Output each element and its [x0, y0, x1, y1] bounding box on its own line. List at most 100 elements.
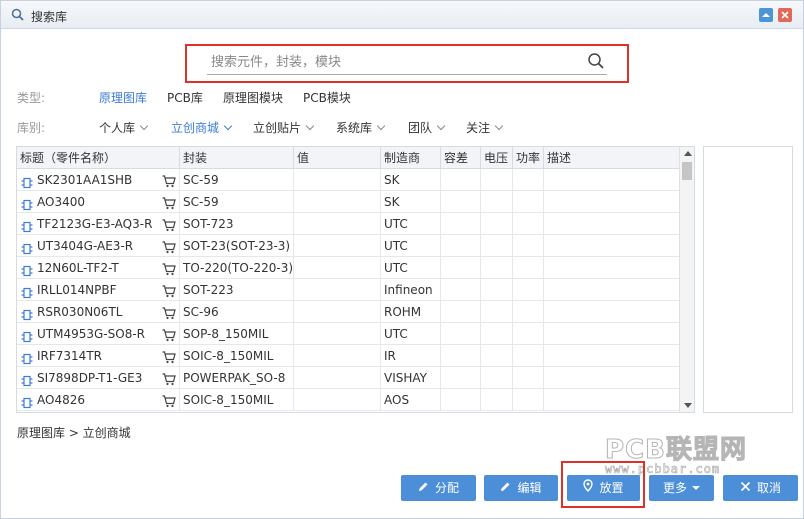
table-row[interactable]: IRLL014NPBF SOT-223 Infineon: [17, 279, 679, 301]
library-filter-team[interactable]: 团队: [408, 119, 446, 136]
cell-tolerance: [441, 345, 481, 367]
type-filter-schematic-lib[interactable]: 原理图库: [99, 89, 147, 106]
collapse-button[interactable]: [759, 8, 773, 22]
cell-manufacturer: UTC: [381, 235, 441, 257]
cell-value: [294, 279, 381, 301]
cell-power: [513, 191, 544, 213]
shopping-cart-icon[interactable]: [162, 217, 176, 235]
type-filter-label: 类型:: [17, 91, 46, 105]
cell-description: [544, 323, 679, 345]
search-icon[interactable]: [587, 52, 605, 73]
library-filter-system[interactable]: 系统库: [336, 119, 386, 136]
cell-description: [544, 279, 679, 301]
library-filter-lcsc-label: 立创商城: [171, 121, 220, 135]
library-filter-follow-label: 关注: [466, 121, 491, 135]
column-header-description[interactable]: 描述: [544, 147, 679, 169]
pencil-icon: [500, 475, 511, 501]
column-header-manufacturer[interactable]: 制造商: [381, 147, 441, 169]
table-row[interactable]: SI7898DP-T1-GE3 POWERPAK_SO-8 VISHAY: [17, 367, 679, 389]
cell-tolerance: [441, 191, 481, 213]
window-title: 搜索库: [31, 10, 68, 24]
cell-description: [544, 191, 679, 213]
table-row[interactable]: AO4826 SOIC-8_150MIL AOS: [17, 389, 679, 411]
column-header-power[interactable]: 功率: [513, 147, 544, 169]
table-row[interactable]: TF2123G-E3-AQ3-R SOT-723 UTC: [17, 213, 679, 235]
library-filter-row: 库别: 个人库 立创商城 立创贴片 系统库 团队 关注: [1, 119, 701, 139]
close-button[interactable]: [778, 8, 792, 22]
edit-button[interactable]: 编辑: [484, 475, 558, 501]
part-name: TF2123G-E3-AQ3-R: [37, 217, 153, 231]
cell-package: SC-96: [180, 301, 294, 323]
shopping-cart-icon[interactable]: [162, 349, 176, 367]
results-table: 标题（零件名称） 封装 值 制造商 容差 电压 功率 描述 SK2301AA1S…: [16, 146, 695, 413]
table-scrollbar[interactable]: [679, 147, 694, 412]
shopping-cart-icon[interactable]: [162, 173, 176, 191]
cell-description: [544, 235, 679, 257]
type-filter-pcb-module[interactable]: PCB模块: [303, 89, 351, 106]
place-button[interactable]: 放置: [567, 475, 640, 501]
cell-voltage: [481, 279, 513, 301]
cell-package: SOT-23(SOT-23-3): [180, 235, 294, 257]
table-row[interactable]: 12N60L-TF2-T TO-220(TO-220-3) UTC: [17, 257, 679, 279]
cell-manufacturer: SK: [381, 169, 441, 191]
cell-value: [294, 257, 381, 279]
chevron-down-icon: [223, 121, 233, 131]
cell-power: [513, 235, 544, 257]
column-header-value[interactable]: 值: [294, 147, 381, 169]
shopping-cart-icon[interactable]: [162, 327, 176, 345]
type-filter-pcb-lib[interactable]: PCB库: [167, 89, 203, 106]
column-header-tolerance[interactable]: 容差: [441, 147, 481, 169]
library-filter-team-label: 团队: [408, 121, 433, 135]
component-symbol-icon: [21, 328, 33, 345]
library-filter-personal-label: 个人库: [99, 121, 136, 135]
assign-button[interactable]: 分配: [401, 475, 476, 501]
cell-title: IRLL014NPBF: [17, 279, 180, 301]
column-header-title[interactable]: 标题（零件名称）: [17, 147, 180, 169]
cell-package: SC-59: [180, 191, 294, 213]
cell-tolerance: [441, 257, 481, 279]
cell-power: [513, 389, 544, 411]
scroll-thumb[interactable]: [682, 162, 692, 180]
table-row[interactable]: SK2301AA1SHB SC-59 SK: [17, 169, 679, 191]
component-symbol-icon: [21, 350, 33, 367]
shopping-cart-icon[interactable]: [162, 261, 176, 279]
cell-manufacturer: SK: [381, 191, 441, 213]
cell-description: [544, 169, 679, 191]
shopping-cart-icon[interactable]: [162, 371, 176, 389]
library-filter-follow[interactable]: 关注: [466, 119, 504, 136]
symbol-preview-panel: [703, 146, 793, 413]
scroll-down-icon[interactable]: [684, 403, 692, 408]
scroll-up-icon[interactable]: [684, 151, 692, 156]
type-filter-schematic-module[interactable]: 原理图模块: [223, 89, 283, 106]
cell-manufacturer: IR: [381, 345, 441, 367]
column-header-voltage[interactable]: 电压: [481, 147, 513, 169]
shopping-cart-icon[interactable]: [162, 283, 176, 301]
table-row[interactable]: RSR030N06TL SC-96 ROHM: [17, 301, 679, 323]
shopping-cart-icon[interactable]: [162, 195, 176, 213]
library-filter-smt-label: 立创贴片: [253, 121, 302, 135]
table-row[interactable]: IRF7314TR SOIC-8_150MIL IR: [17, 345, 679, 367]
search-highlight-box: [185, 44, 629, 83]
table-row[interactable]: UTM4953G-SO8-R SOP-8_150MIL UTC: [17, 323, 679, 345]
library-filter-label: 库别:: [17, 121, 46, 135]
cell-package: SOP-8_150MIL: [180, 323, 294, 345]
title-bar: 搜索库: [1, 1, 803, 29]
search-input[interactable]: [207, 51, 607, 75]
library-filter-smt[interactable]: 立创贴片: [253, 119, 315, 136]
more-button[interactable]: 更多: [649, 475, 714, 501]
cell-tolerance: [441, 389, 481, 411]
table-row[interactable]: AO3400 SC-59 SK: [17, 191, 679, 213]
shopping-cart-icon[interactable]: [162, 239, 176, 257]
cell-description: [544, 301, 679, 323]
caret-down-icon: [692, 486, 700, 490]
part-name: SK2301AA1SHB: [37, 173, 133, 187]
shopping-cart-icon[interactable]: [162, 393, 176, 411]
table-row[interactable]: UT3404G-AE3-R SOT-23(SOT-23-3) UTC: [17, 235, 679, 257]
library-filter-lcsc[interactable]: 立创商城: [171, 119, 233, 136]
library-filter-personal[interactable]: 个人库: [99, 119, 149, 136]
cell-title: IRF7314TR: [17, 345, 180, 367]
column-header-package[interactable]: 封装: [180, 147, 294, 169]
cancel-button[interactable]: 取消: [723, 475, 798, 501]
cell-value: [294, 301, 381, 323]
shopping-cart-icon[interactable]: [162, 305, 176, 323]
